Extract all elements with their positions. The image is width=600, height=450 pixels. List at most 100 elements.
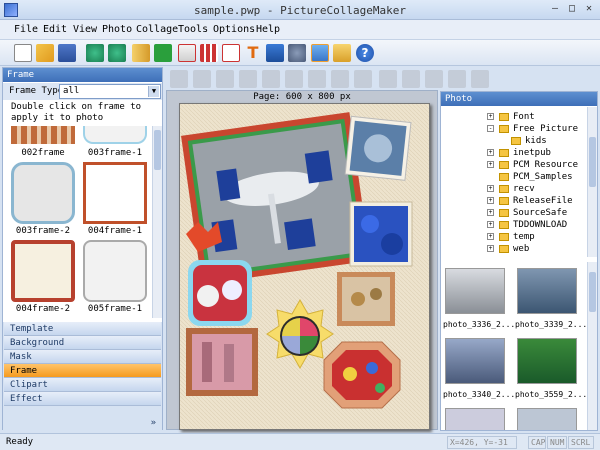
- tree-node-label: inetpub: [513, 148, 551, 158]
- frame-thumb[interactable]: [83, 126, 147, 144]
- expand-icon[interactable]: +: [487, 161, 494, 168]
- text-icon[interactable]: T: [244, 44, 262, 62]
- scroll-thumb[interactable]: [589, 137, 596, 187]
- photo-thumb[interactable]: [517, 408, 577, 430]
- photo-thumb[interactable]: [517, 268, 577, 314]
- frame-type-select[interactable]: all ▼: [59, 84, 161, 99]
- frame-thumb[interactable]: [11, 162, 75, 224]
- frame-label: 004frame-1: [87, 226, 143, 236]
- photo-panel: Photo + Font - Free Picture kids + inetpub + PCM…: [440, 91, 598, 431]
- chevron-down-icon[interactable]: ▼: [148, 86, 159, 97]
- photo-thumbnails-scrollbar[interactable]: [587, 262, 597, 430]
- accordion-template[interactable]: Template: [4, 322, 161, 336]
- check-icon[interactable]: [154, 44, 172, 62]
- photo-thumb[interactable]: [445, 338, 505, 384]
- image-icon[interactable]: [311, 44, 329, 62]
- frame-panel-header: Frame: [3, 68, 162, 82]
- scroll-thumb[interactable]: [154, 130, 161, 170]
- monitor-icon[interactable]: [266, 44, 284, 62]
- num-indicator: NUM: [547, 436, 567, 449]
- crop-icon[interactable]: [216, 70, 234, 88]
- collapse-icon[interactable]: -: [487, 125, 494, 132]
- folder-icon: [499, 113, 509, 121]
- center-icon[interactable]: [379, 70, 397, 88]
- rotate-left-icon[interactable]: [285, 70, 303, 88]
- expand-icon[interactable]: +: [487, 149, 494, 156]
- book-icon[interactable]: [132, 44, 150, 62]
- resize-icon[interactable]: [402, 70, 420, 88]
- help-icon[interactable]: ?: [356, 44, 374, 62]
- move-up-icon[interactable]: [239, 70, 257, 88]
- paste-icon[interactable]: [471, 70, 489, 88]
- tree-node-label: ReleaseFile: [513, 196, 573, 206]
- page-size-label: Page: 600 x 800 px: [253, 92, 351, 102]
- undo-icon[interactable]: [86, 44, 104, 62]
- move-down-icon[interactable]: [262, 70, 280, 88]
- menu-edit[interactable]: Edit: [43, 24, 67, 35]
- menu-help[interactable]: Help: [256, 24, 280, 35]
- expand-icon[interactable]: +: [487, 197, 494, 204]
- layout-icon[interactable]: [178, 44, 196, 62]
- frame-thumb[interactable]: [11, 240, 75, 302]
- copy-icon[interactable]: [448, 70, 466, 88]
- cut-icon[interactable]: [425, 70, 443, 88]
- tree-node-label: Font: [513, 112, 535, 122]
- photo-frame-chairs[interactable]: [181, 112, 371, 285]
- accordion-mask[interactable]: Mask: [4, 350, 161, 364]
- menu-file[interactable]: File: [14, 24, 38, 35]
- expand-icon[interactable]: +: [487, 245, 494, 252]
- expand-icon[interactable]: [354, 70, 372, 88]
- collage-page[interactable]: [179, 103, 430, 430]
- delete-icon[interactable]: [331, 70, 349, 88]
- new-icon[interactable]: [14, 44, 32, 62]
- save-icon[interactable]: [58, 44, 76, 62]
- photo-label: photo_3339_2...: [515, 320, 587, 329]
- frame-thumb[interactable]: [83, 240, 147, 302]
- accordion-frame[interactable]: Frame: [4, 364, 161, 378]
- expand-icon[interactable]: +: [487, 233, 494, 240]
- frame-thumb[interactable]: [11, 126, 75, 144]
- chevron-more-icon[interactable]: »: [151, 418, 156, 428]
- photo-thumb[interactable]: [445, 268, 505, 314]
- align-icon[interactable]: [170, 70, 188, 88]
- accordion-effect[interactable]: Effect: [4, 392, 161, 406]
- folder-tree-scrollbar[interactable]: [587, 107, 597, 257]
- flip-icon[interactable]: [193, 70, 211, 88]
- expand-icon[interactable]: +: [487, 185, 494, 192]
- tree-node-label: web: [513, 244, 530, 254]
- frame-type-value: all: [63, 86, 80, 96]
- tree-node-label: Free Picture: [513, 124, 579, 134]
- menu-photo[interactable]: Photo: [102, 24, 132, 35]
- layout2-icon[interactable]: [222, 44, 240, 62]
- expand-icon[interactable]: +: [487, 113, 494, 120]
- frame-thumb[interactable]: [83, 162, 147, 224]
- folder-icon: [499, 221, 509, 229]
- folder-icon[interactable]: [333, 44, 351, 62]
- expand-icon[interactable]: +: [487, 209, 494, 216]
- accordion-background[interactable]: Background: [4, 336, 161, 350]
- redo-icon[interactable]: [108, 44, 126, 62]
- tree-node-label: temp: [513, 232, 535, 242]
- frame-gallery-scrollbar[interactable]: [152, 126, 162, 318]
- photo-thumb[interactable]: [445, 408, 505, 430]
- open-icon[interactable]: [36, 44, 54, 62]
- tree-node-label: kids: [525, 136, 547, 146]
- folder-icon: [511, 137, 521, 145]
- frame-type-label: Frame Type: [9, 86, 64, 96]
- settings-icon[interactable]: [288, 44, 306, 62]
- close-icon[interactable]: ✕: [582, 3, 596, 16]
- menu-view[interactable]: View: [73, 24, 97, 35]
- accordion-clipart[interactable]: Clipart: [4, 378, 161, 392]
- minimize-icon[interactable]: —: [548, 3, 562, 16]
- menu-collage[interactable]: Collage: [136, 24, 178, 35]
- rotate-right-icon[interactable]: [308, 70, 326, 88]
- scroll-thumb[interactable]: [589, 272, 596, 312]
- photo-frame-shell[interactable]: [344, 115, 412, 181]
- maximize-icon[interactable]: □: [565, 3, 579, 16]
- menu-tools[interactable]: Tools: [178, 24, 208, 35]
- menu-bar: File Edit View Photo Collage Tools Optio…: [0, 20, 600, 40]
- menu-options[interactable]: Options: [213, 24, 255, 35]
- photo-thumb[interactable]: [517, 338, 577, 384]
- expand-icon[interactable]: +: [487, 221, 494, 228]
- grid-icon[interactable]: [200, 44, 218, 62]
